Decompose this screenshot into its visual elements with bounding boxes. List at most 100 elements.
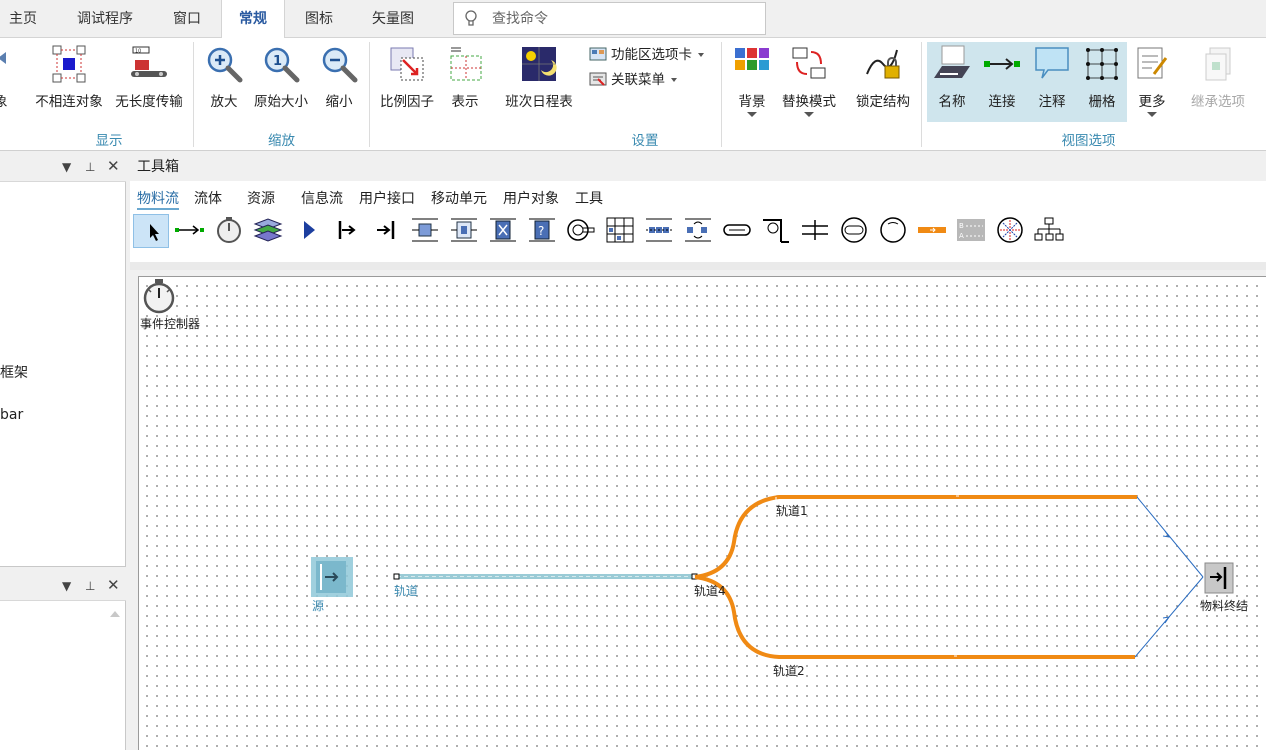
unconnected-objects-button[interactable]: 不相连对象 xyxy=(30,42,108,122)
tool-turnplate[interactable] xyxy=(836,214,872,248)
tool-parallel-proc[interactable] xyxy=(446,214,482,248)
show-connectors-toggle[interactable]: 连接 xyxy=(977,42,1027,122)
scroll-up-arrow[interactable] xyxy=(110,611,120,617)
zoom-reset-icon: 1 xyxy=(264,47,300,83)
model-canvas[interactable]: 事件控制器 源 轨道 轨道4 轨道1 轨道2 物料终结 xyxy=(138,276,1266,750)
more-options-button[interactable]: 更多 xyxy=(1130,42,1174,122)
track-branch-2[interactable] xyxy=(694,575,1135,659)
ribbon-tab-icon xyxy=(589,47,607,61)
toolbox-tab-resources[interactable]: 资源 xyxy=(247,188,275,208)
panel-header: ▼ ⊥ ✕ xyxy=(0,154,126,182)
close-icon[interactable]: ✕ xyxy=(107,157,120,175)
tab-debugger[interactable]: 调试程序 xyxy=(63,0,147,38)
tool-sorter[interactable] xyxy=(680,214,716,248)
single-proc-icon xyxy=(412,218,438,242)
tool-drain[interactable] xyxy=(368,214,404,248)
inherit-icon xyxy=(1205,47,1231,81)
dropdown-icon[interactable]: ▼ xyxy=(62,160,71,174)
inherit-options-button[interactable]: 继承选项 xyxy=(1186,42,1250,122)
connector-bottom[interactable] xyxy=(1134,576,1204,658)
tool-angular-converter[interactable] xyxy=(758,214,794,248)
source-object[interactable] xyxy=(311,557,353,597)
source-icon xyxy=(338,221,356,239)
tab-icons[interactable]: 图标 xyxy=(293,0,345,38)
toolbox-tab-material-flow[interactable]: 物料流 xyxy=(137,188,179,210)
tab-window[interactable]: 窗口 xyxy=(161,0,213,38)
name-tag-icon xyxy=(934,45,970,78)
pin-icon[interactable]: ⊥ xyxy=(85,579,95,593)
svg-text:1: 1 xyxy=(273,54,282,69)
tool-switch[interactable]: BA xyxy=(953,214,989,248)
tool-event-controller[interactable] xyxy=(211,214,247,248)
toolbox-tab-mobile-units[interactable]: 移动单元 xyxy=(431,188,487,208)
track4-label: 轨道4 xyxy=(694,584,726,598)
event-controller-label: 事件控制器 xyxy=(140,317,201,331)
orange-track-icon xyxy=(918,227,946,233)
infinite-conveyor-button[interactable]: 10 无长度传输 xyxy=(110,42,188,122)
zoom-out-button[interactable]: 缩小 xyxy=(315,42,363,122)
zoom-in-button[interactable]: 放大 xyxy=(200,42,248,122)
scale-factor-icon xyxy=(390,47,424,81)
tool-crossing[interactable] xyxy=(992,214,1028,248)
panel-header: ▼ ⊥ ✕ xyxy=(0,573,126,601)
toolbox-tab-user-objects[interactable]: 用户对象 xyxy=(503,188,559,208)
show-names-toggle[interactable]: 名称 xyxy=(927,42,977,122)
grid-icon xyxy=(1086,48,1118,80)
tree-item-frame[interactable]: 框架 xyxy=(0,362,28,382)
context-menu-button[interactable]: 关联菜单 xyxy=(589,69,677,91)
pin-icon[interactable]: ⊥ xyxy=(85,160,95,174)
tool-hierarchy[interactable] xyxy=(1031,214,1067,248)
toolbox-tab-tools[interactable]: 工具 xyxy=(575,188,603,208)
left-dock-panel-lower: ▼ ⊥ ✕ xyxy=(0,573,126,750)
original-size-button[interactable]: 1 原始大小 xyxy=(248,42,314,122)
scale-factor-button[interactable]: 比例因子 xyxy=(375,42,439,122)
close-icon[interactable]: ✕ xyxy=(107,576,120,594)
show-grid-toggle[interactable]: 栅格 xyxy=(1077,42,1127,122)
background-button[interactable]: 背景 xyxy=(727,42,777,122)
track-selected[interactable] xyxy=(393,573,698,580)
line-conveyor-icon xyxy=(723,224,751,236)
toolbox: 工具箱 物料流 流体 资源 信息流 用户接口 移动单元 用户对象 工具 ? BA xyxy=(130,154,1266,264)
show-comments-toggle[interactable]: 注释 xyxy=(1027,42,1077,122)
tool-connector[interactable] xyxy=(171,214,207,248)
group-separator xyxy=(193,42,194,147)
drain-label: 物料终结 xyxy=(1200,599,1249,613)
cut-off-button[interactable]: 象 xyxy=(0,42,18,122)
tool-track[interactable] xyxy=(797,214,833,248)
tool-buffer[interactable] xyxy=(641,214,677,248)
representation-button[interactable]: 表示 xyxy=(441,42,489,122)
tool-source[interactable] xyxy=(329,214,365,248)
tool-orange-track[interactable] xyxy=(914,214,950,248)
tab-general[interactable]: 常规 xyxy=(221,0,285,39)
tool-pointer[interactable] xyxy=(133,214,169,248)
crossing-icon xyxy=(997,217,1023,243)
tool-assembly[interactable] xyxy=(485,214,521,248)
tool-dismantle[interactable]: ? xyxy=(524,214,560,248)
tab-home[interactable]: 主页 xyxy=(0,0,46,38)
toolbox-tab-information-flow[interactable]: 信息流 xyxy=(301,188,343,208)
command-search-input[interactable] xyxy=(492,9,752,29)
ribbon-tab-button[interactable]: 功能区选项卡 xyxy=(589,44,704,66)
tool-turnplate-circle[interactable] xyxy=(875,214,911,248)
tool-store[interactable] xyxy=(602,214,638,248)
dropdown-icon[interactable]: ▼ xyxy=(62,579,71,593)
tool-frame[interactable] xyxy=(250,214,286,248)
tree-item-bar[interactable]: bar xyxy=(0,407,23,423)
toolbox-tab-user-interface[interactable]: 用户接口 xyxy=(359,188,415,208)
tool-line[interactable] xyxy=(719,214,755,248)
shift-calendar-button[interactable]: 班次日程表 xyxy=(499,42,579,122)
connector-top[interactable] xyxy=(1136,496,1204,578)
replace-mode-button[interactable]: 替换模式 xyxy=(777,42,841,122)
event-controller-object[interactable] xyxy=(143,279,175,314)
tab-vector[interactable]: 矢量图 xyxy=(359,0,427,38)
toolbox-tab-fluids[interactable]: 流体 xyxy=(194,188,222,208)
lock-structure-button[interactable]: 锁定结构 xyxy=(851,42,915,122)
drain-object[interactable] xyxy=(1204,562,1234,594)
group-label-view: 视图选项 xyxy=(1061,133,1116,149)
tool-interface[interactable] xyxy=(290,214,326,248)
tool-turntable[interactable] xyxy=(563,214,599,248)
command-search[interactable] xyxy=(453,2,766,35)
context-menu-icon xyxy=(589,72,607,86)
track-branch-1[interactable] xyxy=(694,495,1137,579)
tool-single-proc[interactable] xyxy=(407,214,443,248)
